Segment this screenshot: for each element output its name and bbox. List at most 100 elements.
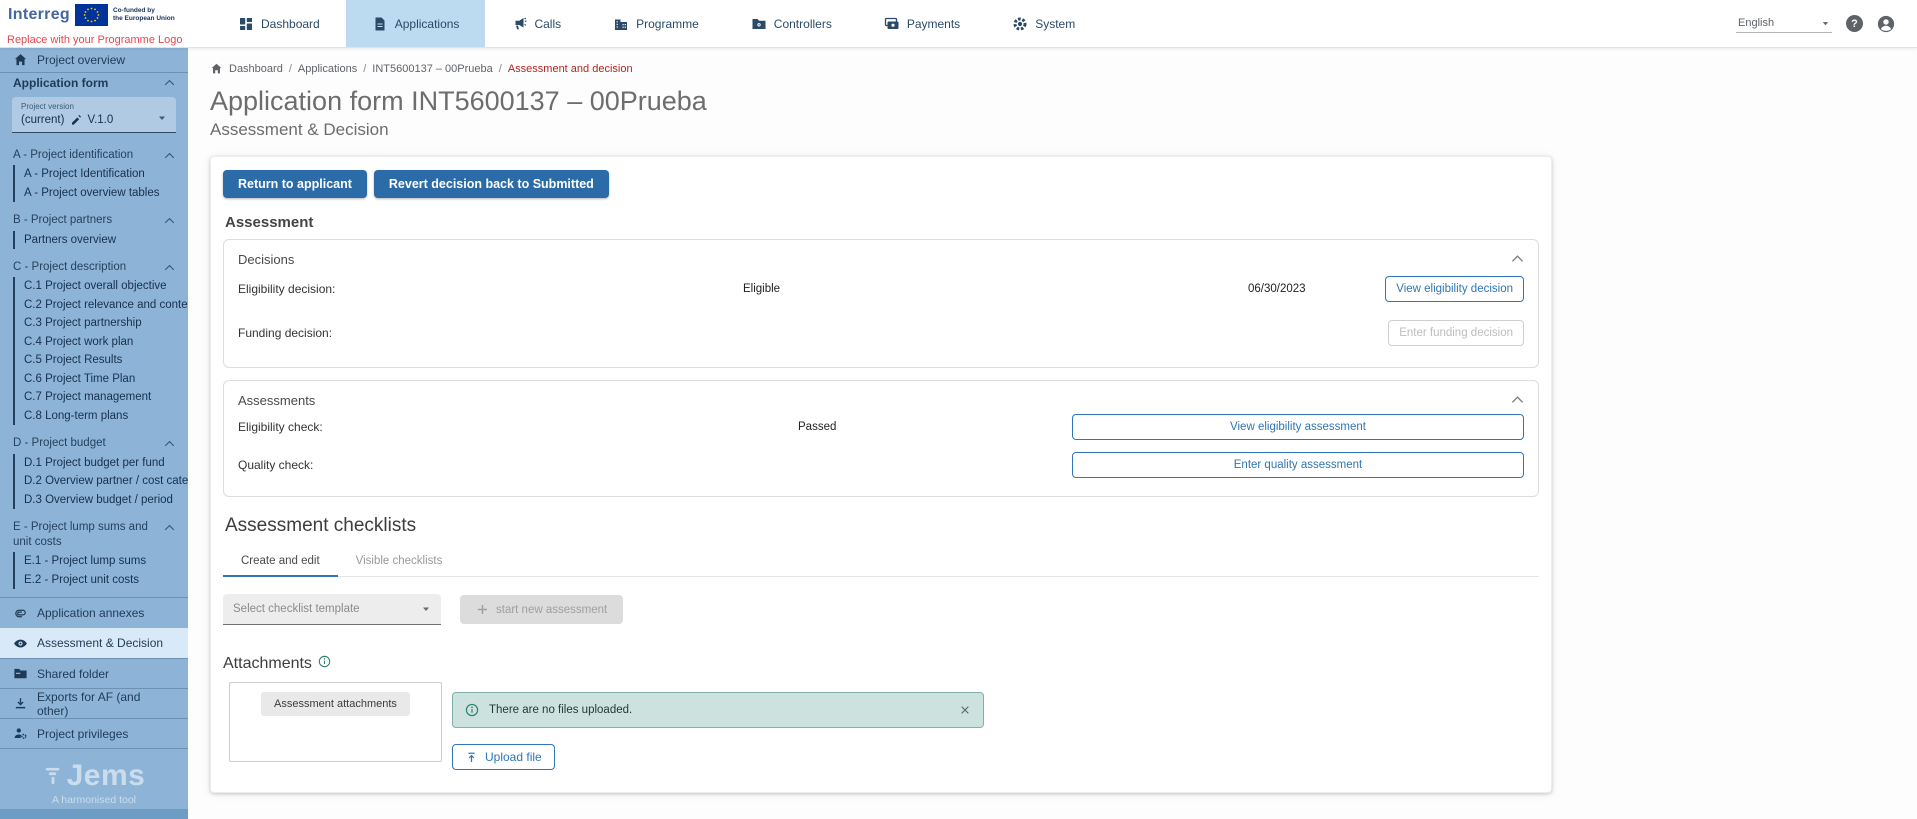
sidebar-item-d1[interactable]: D.1 Project budget per fund xyxy=(24,454,188,473)
enter-funding-decision-button[interactable]: Enter funding decision xyxy=(1388,320,1524,346)
breadcrumb-dashboard[interactable]: Dashboard xyxy=(229,63,283,75)
nav-item-calls[interactable]: Calls xyxy=(485,0,587,47)
nav-item-controllers[interactable]: Controllers xyxy=(725,0,858,47)
folder-icon xyxy=(13,666,28,681)
jems-logo-icon xyxy=(43,766,63,786)
checklists-heading: Assessment checklists xyxy=(225,515,1537,537)
close-icon[interactable] xyxy=(959,704,971,716)
sidebar-item-d3[interactable]: D.3 Overview budget / period xyxy=(24,491,188,510)
sidebar-item-assessment-decision[interactable]: Assessment & Decision xyxy=(0,628,188,658)
eligibility-check-value: Passed xyxy=(798,421,1072,433)
sidebar-section-a: A - Project identification A - Project I… xyxy=(0,145,188,202)
system-icon xyxy=(1012,16,1028,32)
sidebar-item-a-overview-tables[interactable]: A - Project overview tables xyxy=(24,184,188,203)
jems-application: Interreg Co-funded by the European Union… xyxy=(0,0,1917,819)
applications-icon xyxy=(372,16,388,32)
eligibility-decision-date: 06/30/2023 xyxy=(1248,283,1306,295)
sidebar-item-c1[interactable]: C.1 Project overall objective xyxy=(24,277,188,296)
section-c-header[interactable]: C - Project description xyxy=(0,257,188,277)
home-icon xyxy=(13,52,28,67)
sidebar-item-shared-folder[interactable]: Shared folder xyxy=(0,658,188,688)
sidebar-item-d2[interactable]: D.2 Overview partner / cost category xyxy=(24,472,188,491)
chevron-up-icon xyxy=(164,77,175,88)
tab-visible-checklists[interactable]: Visible checklists xyxy=(338,545,461,577)
eu-flag-icon xyxy=(75,4,108,26)
jems-logo-text: Jems xyxy=(67,759,146,793)
project-version-select[interactable]: Project version (current) V.1.0 xyxy=(12,97,176,133)
page-title: Application form INT5600137 – 00Prueba xyxy=(210,86,1917,117)
sidebar-item-application-annexes[interactable]: Application annexes xyxy=(0,598,188,628)
attachment-icon xyxy=(13,606,28,621)
replace-logo-text: Replace with your Programme Logo xyxy=(7,34,182,46)
payments-icon xyxy=(884,16,900,32)
download-icon xyxy=(13,696,28,711)
nav-item-dashboard[interactable]: Dashboard xyxy=(212,0,346,47)
view-eligibility-decision-button[interactable]: View eligibility decision xyxy=(1385,276,1524,302)
chevron-down-icon xyxy=(1821,19,1830,28)
info-icon[interactable] xyxy=(318,655,331,668)
assessments-title: Assessments xyxy=(238,393,1524,408)
chevron-down-icon xyxy=(421,604,431,614)
account-icon[interactable] xyxy=(1877,15,1895,33)
nav-item-payments[interactable]: Payments xyxy=(858,0,986,47)
collapse-chevron-icon[interactable] xyxy=(1511,393,1524,406)
chevron-up-icon xyxy=(164,522,175,533)
breadcrumb-applications[interactable]: Applications xyxy=(298,63,357,75)
tab-create-and-edit[interactable]: Create and edit xyxy=(223,545,338,577)
breadcrumb: Dashboard / Applications / INT5600137 – … xyxy=(210,62,1917,75)
start-new-assessment-button[interactable]: start new assessment xyxy=(460,595,623,624)
sidebar-item-c8[interactable]: C.8 Long-term plans xyxy=(24,407,188,426)
upload-icon xyxy=(465,751,478,764)
sidebar-item-exports[interactable]: Exports for AF (and other) xyxy=(0,688,188,718)
enter-quality-assessment-button[interactable]: Enter quality assessment xyxy=(1072,452,1524,478)
main-nav: Dashboard Applications Calls xyxy=(212,0,1101,47)
sidebar-item-a-identification[interactable]: A - Project Identification xyxy=(24,165,188,184)
no-files-alert: There are no files uploaded. xyxy=(452,692,984,728)
sidebar-item-project-privileges[interactable]: Project privileges xyxy=(0,718,188,748)
plus-icon xyxy=(476,603,489,616)
eligibility-decision-value: Eligible xyxy=(743,283,1248,295)
calls-icon xyxy=(511,16,527,32)
section-b-header[interactable]: B - Project partners xyxy=(0,210,188,230)
sidebar-item-partners-overview[interactable]: Partners overview xyxy=(24,231,188,250)
dashboard-icon xyxy=(238,16,254,32)
language-select[interactable]: English xyxy=(1736,14,1832,33)
return-to-applicant-button[interactable]: Return to applicant xyxy=(223,170,367,198)
application-form-header[interactable]: Application form xyxy=(0,73,188,93)
assessments-panel: Assessments Eligibility check: Passed Vi… xyxy=(223,380,1539,497)
sidebar-item-c5[interactable]: C.5 Project Results xyxy=(24,351,188,370)
sidebar-item-project-overview[interactable]: Project overview xyxy=(0,48,188,73)
nav-item-applications[interactable]: Applications xyxy=(346,0,486,47)
assessment-attachments-node[interactable]: Assessment attachments xyxy=(261,692,410,716)
collapse-chevron-icon[interactable] xyxy=(1511,252,1524,265)
sidebar-tools: Application annexes Assessment & Decisio… xyxy=(0,597,188,749)
chevron-up-icon xyxy=(164,262,175,273)
view-eligibility-assessment-button[interactable]: View eligibility assessment xyxy=(1072,414,1524,440)
sidebar-item-e2[interactable]: E.2 - Project unit costs xyxy=(24,571,188,590)
decisions-panel: Decisions Eligibility decision: Eligible… xyxy=(223,239,1539,368)
sidebar-item-c7[interactable]: C.7 Project management xyxy=(24,388,188,407)
sidebar-item-e1[interactable]: E.1 - Project lump sums xyxy=(24,552,188,571)
checklist-template-select[interactable]: Select checklist template xyxy=(223,594,441,625)
chevron-up-icon xyxy=(164,438,175,449)
help-icon[interactable]: ? xyxy=(1846,15,1863,32)
section-e-header[interactable]: E - Project lump sums and unit costs xyxy=(0,517,188,552)
navbar-right-controls: English ? xyxy=(1736,0,1917,47)
assessment-card: Return to applicant Revert decision back… xyxy=(210,156,1552,793)
breadcrumb-project[interactable]: INT5600137 – 00Prueba xyxy=(372,63,492,75)
checklist-tabs: Create and edit Visible checklists xyxy=(223,545,1539,577)
sidebar-section-c: C - Project description C.1 Project over… xyxy=(0,257,188,425)
upload-file-button[interactable]: Upload file xyxy=(452,744,555,770)
sidebar-item-c6[interactable]: C.6 Project Time Plan xyxy=(24,370,188,389)
revert-decision-button[interactable]: Revert decision back to Submitted xyxy=(374,170,609,198)
edit-pencil-icon xyxy=(70,114,81,125)
nav-item-programme[interactable]: Programme xyxy=(587,0,725,47)
sidebar-item-c4[interactable]: C.4 Project work plan xyxy=(24,333,188,352)
section-d-header[interactable]: D - Project budget xyxy=(0,433,188,453)
home-icon[interactable] xyxy=(210,62,223,75)
section-a-header[interactable]: A - Project identification xyxy=(0,145,188,165)
sidebar-item-c3[interactable]: C.3 Project partnership xyxy=(24,314,188,333)
sidebar-item-c2[interactable]: C.2 Project relevance and context xyxy=(24,296,188,315)
programme-logo: Interreg Co-funded by the European Union… xyxy=(0,0,212,47)
nav-item-system[interactable]: System xyxy=(986,0,1101,47)
